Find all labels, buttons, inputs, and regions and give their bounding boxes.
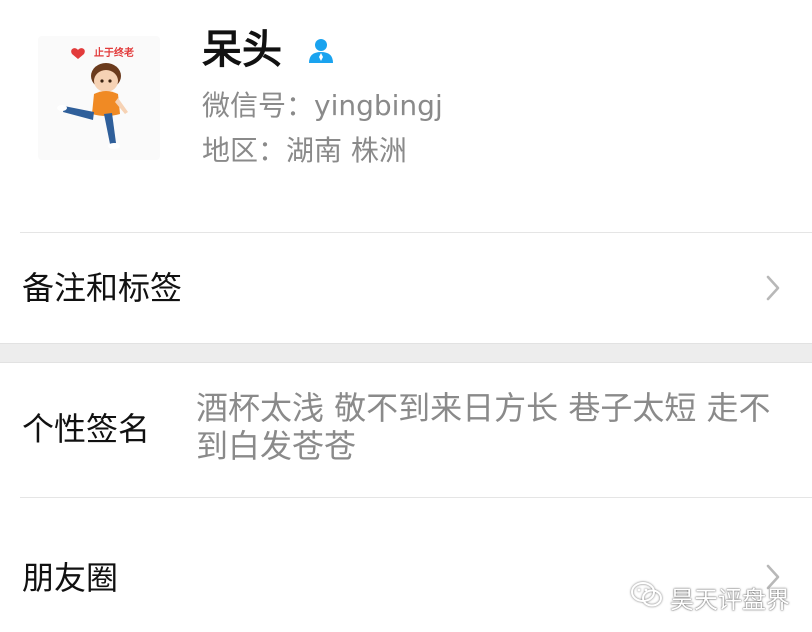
avatar-illustration: 止于终老: [38, 36, 160, 160]
region: 地区：湖南 株洲: [202, 134, 407, 167]
signature-text: 酒杯太浅 敬不到来日方长 巷子太短 走不到白发苍苍: [196, 389, 771, 465]
watermark-text: 昊天评盘界: [670, 586, 790, 614]
profile-header: 止于终老 呆头 微信号：yingbingj 地区：湖南 株洲: [0, 0, 812, 233]
watermark: 昊天评盘界: [630, 580, 790, 615]
male-user-icon: [306, 36, 336, 66]
wechat-id: 微信号：yingbingj: [202, 89, 443, 122]
divider: [20, 232, 812, 233]
chevron-right-icon: [764, 273, 782, 303]
remark-tags-label: 备注和标签: [22, 269, 183, 307]
signature-label: 个性签名: [22, 410, 151, 448]
contact-profile-page: 止于终老 呆头 微信号：yingbingj 地区：湖南 株洲 备注和标签 个性签…: [0, 0, 812, 632]
moments-label: 朋友圈: [22, 559, 119, 597]
svg-text:止于终老: 止于终老: [94, 46, 134, 59]
section-gap: [0, 343, 812, 363]
avatar[interactable]: 止于终老: [38, 36, 160, 160]
contact-name: 呆头: [202, 27, 282, 73]
wechat-icon: [630, 581, 664, 615]
divider: [20, 497, 812, 498]
